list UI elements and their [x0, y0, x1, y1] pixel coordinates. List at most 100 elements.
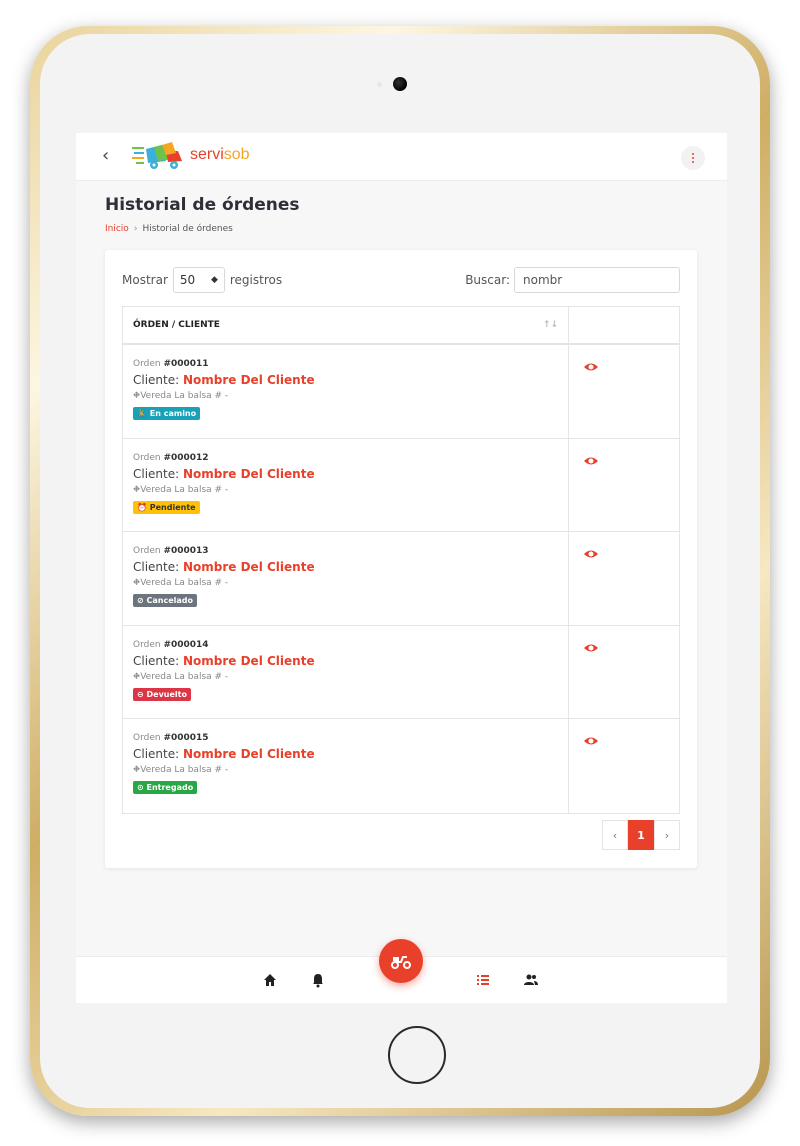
- address-line: ⛖Vereda La balsa # -: [133, 391, 558, 401]
- client-line: Cliente: Nombre Del Cliente: [133, 467, 558, 481]
- pagination-prev[interactable]: ‹: [602, 820, 628, 850]
- order-cell: Orden #000011 Cliente: Nombre Del Client…: [123, 345, 569, 438]
- orders-table: ÓRDEN / CLIENTE ↑↓ Orden #000011 Cliente…: [122, 306, 680, 814]
- sensor-dot: [377, 82, 382, 87]
- status-text: Entregado: [146, 783, 194, 792]
- client-line: Cliente: Nombre Del Cliente: [133, 373, 558, 387]
- order-cell: Orden #000014 Cliente: Nombre Del Client…: [123, 625, 569, 718]
- pagination-next[interactable]: ›: [654, 820, 680, 850]
- column-header-actions: [569, 307, 679, 343]
- table-row: Orden #000011 Cliente: Nombre Del Client…: [123, 345, 679, 439]
- eye-icon[interactable]: [583, 453, 599, 469]
- order-number: #000013: [163, 546, 209, 556]
- table-row: Orden #000015 Cliente: Nombre Del Client…: [123, 719, 679, 813]
- address-text: Vereda La balsa # -: [140, 578, 229, 588]
- eye-icon[interactable]: [583, 359, 599, 375]
- logo-truck-icon: [132, 142, 182, 169]
- table-row: Orden #000012 Cliente: Nombre Del Client…: [123, 438, 679, 532]
- actions-cell: [569, 719, 679, 813]
- back-icon[interactable]: ‹: [102, 145, 109, 166]
- table-header: ÓRDEN / CLIENTE ↑↓: [123, 307, 679, 345]
- client-name[interactable]: Nombre Del Cliente: [183, 560, 315, 574]
- show-label: Mostrar: [122, 273, 168, 287]
- actions-cell: [569, 532, 679, 625]
- breadcrumb-home-link[interactable]: Inicio: [105, 224, 129, 234]
- status-badge: ⊖ Devuelto: [133, 687, 191, 701]
- top-app-bar: ‹ servisob: [76, 133, 727, 181]
- order-cell: Orden #000015 Cliente: Nombre Del Client…: [123, 719, 569, 813]
- column-header-order-client[interactable]: ÓRDEN / CLIENTE ↑↓: [123, 307, 569, 343]
- address-line: ⛖Vereda La balsa # -: [133, 765, 558, 775]
- orders-card: Mostrar 50 ◆ registros Buscar: ÓRDEN / C…: [105, 250, 697, 868]
- order-prefix: Orden: [133, 546, 164, 556]
- address-text: Vereda La balsa # -: [140, 671, 229, 682]
- table-row: Orden #000014 Cliente: Nombre Del Client…: [123, 625, 679, 719]
- status-text: En camino: [149, 409, 197, 418]
- sort-icon[interactable]: ↑↓: [543, 320, 558, 330]
- eye-icon[interactable]: [583, 546, 599, 562]
- pagination-page-1[interactable]: 1: [628, 820, 654, 850]
- client-prefix: Cliente:: [133, 747, 183, 761]
- address-line: ⛖Vereda La balsa # -: [133, 485, 558, 495]
- order-number-line: Orden #000013: [133, 546, 558, 556]
- column-header-label: ÓRDEN / CLIENTE: [133, 320, 220, 330]
- order-prefix: Orden: [133, 452, 164, 463]
- client-prefix: Cliente:: [133, 653, 183, 668]
- check-circle-icon: ⊙: [137, 783, 144, 792]
- order-prefix: Orden: [133, 639, 164, 650]
- scooter-fab-button[interactable]: [379, 939, 423, 983]
- client-name[interactable]: Nombre Del Cliente: [183, 467, 315, 481]
- actions-cell: [569, 439, 679, 532]
- kebab-menu-icon[interactable]: [681, 146, 705, 170]
- breadcrumb-current: Historial de órdenes: [142, 224, 233, 234]
- status-badge: 🚴 En camino: [133, 407, 201, 420]
- bicycle-icon: 🚴: [137, 409, 147, 418]
- ban-icon: ⊘: [137, 596, 144, 605]
- status-badge: ⊘ Cancelado: [133, 594, 197, 607]
- order-number: #000011: [163, 359, 209, 369]
- records-label: registros: [229, 273, 283, 287]
- page-length-value: 50: [179, 273, 196, 287]
- actions-cell: [569, 626, 679, 719]
- table-row: Orden #000013 Cliente: Nombre Del Client…: [123, 532, 679, 626]
- address-text: Vereda La balsa # -: [140, 391, 229, 401]
- status-badge: ⊙ Entregado: [133, 781, 198, 794]
- page-length-select[interactable]: 50 ◆: [172, 267, 225, 293]
- page-title: Historial de órdenes: [105, 195, 300, 215]
- screen: ‹ servisob Historial de órdenes Inicio › H…: [76, 133, 727, 1003]
- client-line: Cliente: Nombre Del Cliente: [133, 654, 558, 668]
- eye-icon[interactable]: [583, 733, 599, 749]
- address-text: Vereda La balsa # -: [140, 484, 229, 495]
- client-name[interactable]: Nombre Del Cliente: [183, 747, 315, 761]
- status-text: Devuelto: [146, 689, 187, 699]
- minus-circle-icon: ⊖: [137, 689, 144, 699]
- order-number-line: Orden #000014: [133, 640, 558, 650]
- select-chevron-icon: ◆: [210, 275, 218, 285]
- breadcrumb-separator: ›: [133, 224, 138, 234]
- search-input[interactable]: [514, 267, 680, 293]
- order-number: #000015: [163, 733, 209, 743]
- camera: [393, 77, 407, 91]
- client-name[interactable]: Nombre Del Cliente: [183, 373, 315, 387]
- search-label: Buscar:: [465, 273, 510, 287]
- home-icon[interactable]: [261, 971, 279, 989]
- order-number-line: Orden #000011: [133, 359, 558, 369]
- bell-icon[interactable]: [309, 971, 327, 989]
- status-text: Pendiente: [149, 502, 196, 512]
- order-cell: Orden #000012 Cliente: Nombre Del Client…: [123, 438, 569, 531]
- eye-icon[interactable]: [583, 640, 599, 656]
- status-badge: ⏰ Pendiente: [133, 500, 200, 514]
- client-prefix: Cliente:: [133, 373, 183, 387]
- home-hardware-button[interactable]: [388, 1026, 446, 1084]
- users-icon[interactable]: [522, 971, 540, 989]
- scooter-icon: [391, 956, 411, 969]
- actions-cell: [569, 345, 679, 438]
- breadcrumb: Inicio › Historial de órdenes: [105, 224, 233, 234]
- address-text: Vereda La balsa # -: [140, 765, 229, 775]
- client-name[interactable]: Nombre Del Cliente: [183, 654, 315, 668]
- order-number-line: Orden #000012: [133, 453, 558, 463]
- order-prefix: Orden: [133, 359, 164, 369]
- page-length-control: Mostrar 50 ◆ registros: [122, 267, 282, 293]
- list-icon[interactable]: [474, 971, 492, 989]
- client-prefix: Cliente:: [133, 466, 183, 481]
